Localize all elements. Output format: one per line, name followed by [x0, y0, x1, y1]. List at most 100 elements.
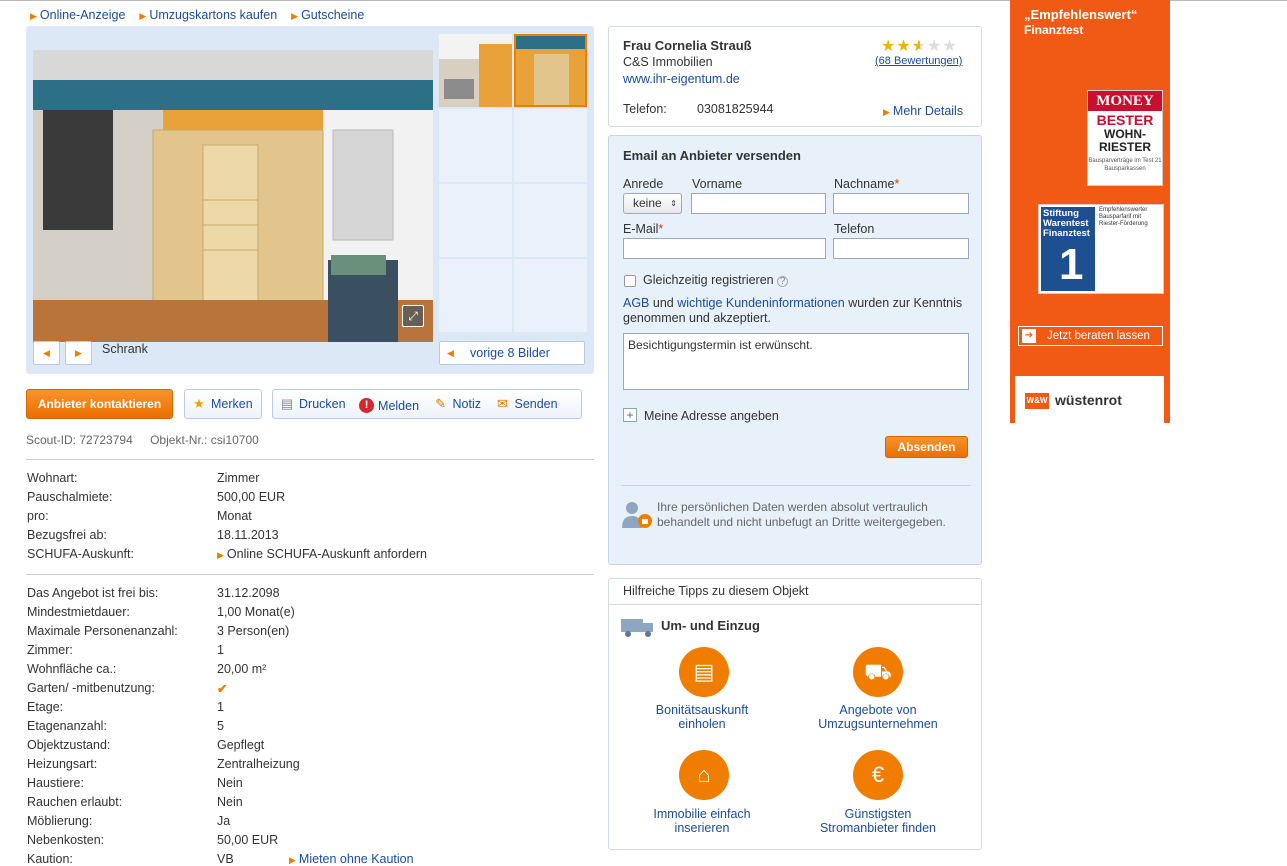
arrow-icon: ▶ — [883, 107, 890, 117]
agb-link[interactable]: AGB — [623, 296, 649, 310]
tips-panel: Hilfreiche Tipps zu diesem Objekt Um- un… — [608, 578, 982, 850]
plus-icon[interactable]: + — [623, 408, 637, 422]
half-star-icon: ★★ — [911, 38, 928, 55]
zoom-icon[interactable]: ⤢ — [402, 305, 424, 327]
thumbnail-empty — [439, 184, 512, 257]
salutation-select[interactable]: keine ⇕ — [623, 193, 682, 214]
arrow-right-icon: ➔ — [1022, 329, 1036, 343]
ratings-link[interactable]: (68 Bewertungen) — [875, 55, 962, 67]
tips-section-title: Um- und Einzug — [661, 618, 760, 633]
check-icon: ✔ — [217, 682, 228, 696]
photo-gallery: ⤢ ◀ ▶ Schrank ◀ vorige 8 Bilder — [26, 26, 594, 374]
email-form-title: Email an Anbieter versenden — [623, 148, 801, 163]
photo-caption: Schrank — [102, 342, 148, 356]
previous-images-button[interactable]: ◀ vorige 8 Bilder — [439, 341, 585, 365]
arrow-icon: ▶ — [289, 855, 296, 865]
mail-icon: ✉ — [497, 396, 508, 411]
agb-notice: AGB und wichtige Kundeninformationen wur… — [623, 296, 963, 325]
register-checkbox[interactable] — [624, 275, 636, 287]
add-address-link[interactable]: Meine Adresse angeben — [644, 409, 779, 423]
arrow-left-icon: ◀ — [447, 348, 454, 358]
note-button[interactable]: ✎ Notiz — [433, 390, 481, 418]
star-icon: ★★ — [881, 38, 912, 55]
customer-info-link[interactable]: wichtige Kundeninformationen — [677, 296, 844, 310]
thumbnail[interactable] — [439, 34, 512, 107]
provider-website-link[interactable]: www.ihr-eigentum.de — [623, 72, 740, 86]
thumbnail-empty — [514, 184, 587, 257]
object-number: Objekt-Nr.: csi10700 — [150, 433, 259, 447]
thumbnail-active[interactable] — [514, 34, 587, 107]
tip-list-property[interactable]: Immobilie einfach inserieren — [617, 807, 787, 835]
star-icon: ★ — [193, 396, 205, 411]
tips-header: Hilfreiche Tipps zu diesem Objekt — [609, 579, 981, 605]
tip-credit-check[interactable]: Bonitätsauskunft einholen — [617, 703, 787, 731]
firstname-input[interactable] — [691, 193, 826, 214]
next-photo-button[interactable]: ▶ — [65, 341, 92, 365]
link-gutscheine[interactable]: ▶ Gutscheine — [291, 8, 364, 22]
advertisement-banner[interactable]: „Empfehlenswert“ Finanztest MONEY BESTER… — [1010, 0, 1170, 423]
tip-moving-offers[interactable]: Angebote von Umzugsunternehmen — [793, 703, 963, 731]
privacy-notice: Ihre persönlichen Daten werden absolut v… — [657, 500, 946, 529]
print-icon: ▤ — [280, 396, 294, 411]
tip-electricity[interactable]: Günstigsten Stromanbieter finden — [793, 807, 963, 835]
provider-name: Frau Cornelia Strauß — [623, 38, 752, 53]
report-button[interactable]: ! Melden — [359, 392, 419, 420]
warning-icon: ! — [359, 398, 375, 413]
advice-cta-button[interactable]: ➔ Jetzt beraten lassen — [1018, 326, 1163, 346]
stiftung-warentest-badge: Stiftung Warentest Finanztest 1 Empfehlens… — [1038, 204, 1164, 294]
phone-input[interactable] — [833, 238, 969, 259]
star-empty-icon: ★★ — [927, 38, 958, 55]
scout-id: Scout-ID: 72723794 — [26, 433, 133, 447]
note-icon: ✎ — [435, 396, 446, 411]
link-umzugskartons[interactable]: ▶ Umzugskartons kaufen — [139, 8, 277, 22]
lastname-input[interactable] — [833, 193, 969, 214]
ad-subline: Finanztest — [1024, 23, 1084, 37]
main-photo[interactable] — [33, 50, 433, 342]
register-label: Gleichzeitig registrieren ? — [643, 273, 789, 287]
phone-number: 03081825944 — [697, 102, 774, 116]
arrow-icon: ▶ — [217, 550, 224, 560]
prev-photo-button[interactable]: ◀ — [33, 341, 60, 365]
rent-without-deposit-link[interactable]: ▶ Mieten ohne Kaution — [289, 852, 414, 866]
divider — [26, 574, 594, 575]
submit-button[interactable]: Absenden — [885, 436, 968, 458]
email-form: Email an Anbieter versenden Anrede keine… — [608, 135, 982, 565]
phone-field-label: Telefon — [834, 222, 875, 236]
divider — [621, 485, 971, 486]
lastname-label: Nachname* — [834, 177, 900, 191]
help-icon: ? — [777, 276, 789, 287]
wuestenrot-logo: W&W wüstenrot — [1015, 376, 1164, 423]
house-check-icon[interactable]: ⌂ — [679, 750, 729, 800]
tools-bar: ▤ Drucken ! Melden ✎ Notiz ✉ Senden — [272, 389, 582, 419]
document-icon[interactable]: ▤ — [679, 647, 729, 697]
arrow-icon: ▶ — [139, 11, 147, 21]
select-arrows-icon: ⇕ — [670, 199, 677, 208]
thumbnail-empty — [439, 259, 512, 332]
provider-company: C&S Immobilien — [623, 55, 713, 69]
rating-stars: ★★★★★★ — [881, 36, 958, 56]
message-textarea[interactable]: Besichtigungstermin ist erwünscht. — [623, 333, 969, 390]
money-award-badge: MONEY BESTER WOHN- RIESTER Bausparverträ… — [1087, 90, 1163, 186]
euro-plug-icon[interactable]: € — [853, 750, 903, 800]
top-links: ▶ Online-Anzeige ▶ Umzugskartons kaufen ▶ G… — [30, 8, 364, 22]
send-button[interactable]: ✉ Senden — [494, 390, 558, 418]
link-online-anzeige[interactable]: ▶ Online-Anzeige — [30, 8, 125, 22]
email-input[interactable] — [623, 238, 826, 259]
divider — [26, 459, 594, 460]
contact-provider-button[interactable]: Anbieter kontaktieren — [26, 389, 173, 419]
firstname-label: Vorname — [692, 177, 743, 191]
provider-contact-card: Frau Cornelia Strauß C&S Immobilien www.… — [608, 26, 982, 127]
email-label: E-Mail* — [623, 222, 664, 236]
truck-icon[interactable]: ⛟ — [853, 647, 903, 697]
listing-ids: Scout-ID: 72723794 Objekt-Nr.: csi10700 — [26, 433, 273, 447]
privacy-lock-icon — [622, 502, 652, 528]
thumbnail-empty — [514, 259, 587, 332]
thumbnail-empty — [439, 109, 512, 182]
more-details-link[interactable]: ▶ Mehr Details — [883, 104, 963, 118]
schufa-link[interactable]: ▶ Online SCHUFA-Auskunft anfordern — [217, 547, 427, 561]
arrow-icon: ▶ — [30, 11, 37, 21]
bookmark-button[interactable]: ★ Merken — [184, 389, 262, 419]
print-button[interactable]: ▤ Drucken — [279, 390, 346, 418]
thumbnail-empty — [514, 109, 587, 182]
ad-headline: „Empfehlenswert“ — [1024, 7, 1138, 22]
